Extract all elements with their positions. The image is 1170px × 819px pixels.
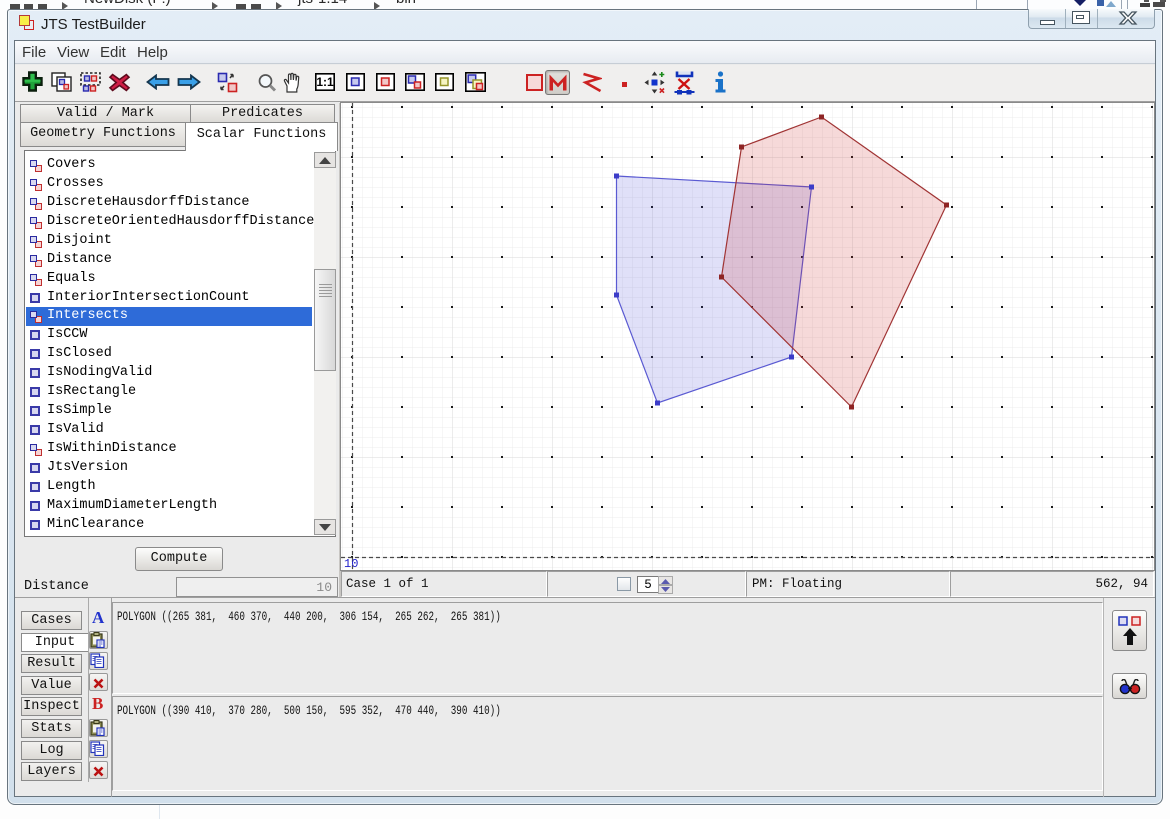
svg-text:1:1: 1:1 [316, 75, 334, 89]
svg-text:10: 10 [344, 557, 358, 570]
